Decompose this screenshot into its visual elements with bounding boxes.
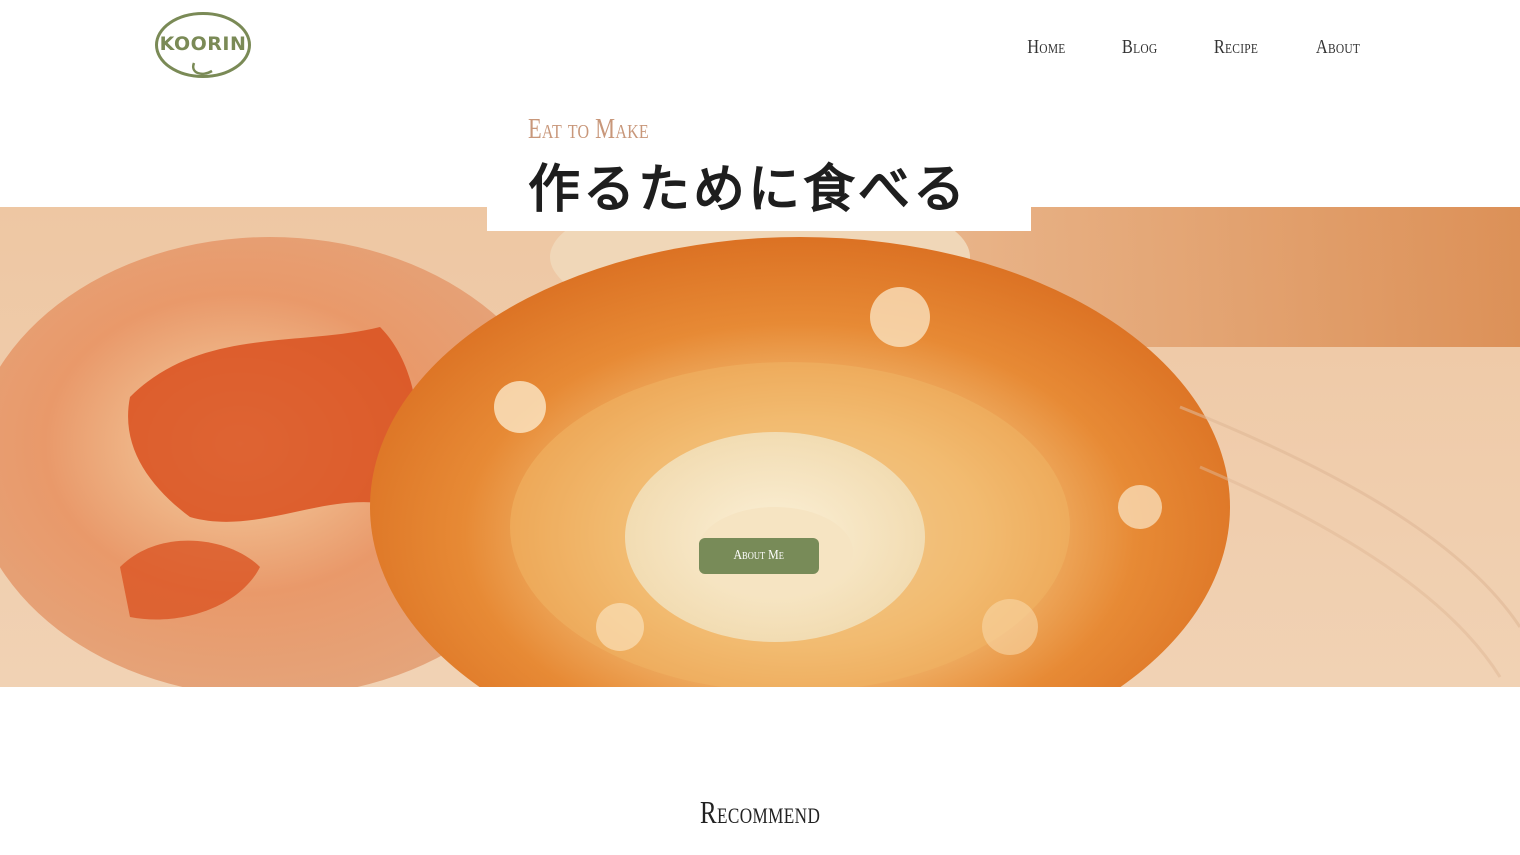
bagel-photo-icon <box>0 207 1520 687</box>
main-nav: Home Blog Recipe About <box>1023 36 1365 59</box>
nav-blog[interactable]: Blog <box>1121 36 1157 59</box>
about-me-button-label: About Me <box>733 548 785 563</box>
page: KOORIN Home Blog Recipe About Eat to Mak… <box>0 0 1520 855</box>
nav-recipe[interactable]: Recipe <box>1214 36 1258 59</box>
hero-subtitle: Eat to Make <box>528 114 649 145</box>
nav-home[interactable]: Home <box>1027 36 1065 59</box>
recommend-heading: Recommend <box>0 794 1520 831</box>
hero-title-box: 作るために食べる <box>487 150 1031 231</box>
logo-text: KOORIN <box>159 33 247 55</box>
recommend-heading-text: Recommend <box>699 794 821 830</box>
hero-title: 作るために食べる <box>528 160 969 220</box>
site-logo[interactable]: KOORIN <box>154 11 252 79</box>
about-me-button[interactable]: About Me <box>699 538 819 574</box>
nav-about[interactable]: About <box>1316 36 1360 59</box>
hero-image <box>0 207 1520 687</box>
